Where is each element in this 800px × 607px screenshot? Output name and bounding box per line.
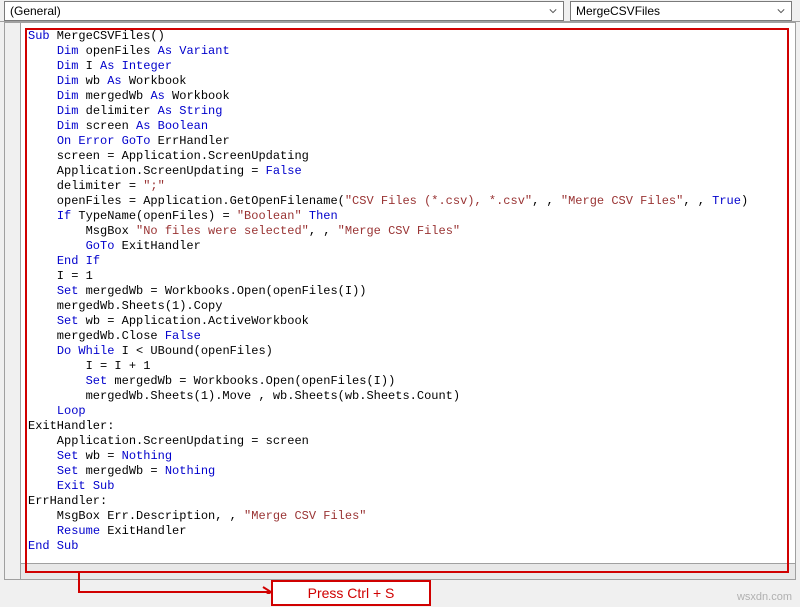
- horizontal-scrollbar[interactable]: [21, 563, 795, 579]
- procedure-dropdown-value: MergeCSVFiles: [576, 4, 660, 18]
- code-window: Sub MergeCSVFiles() Dim openFiles As Var…: [4, 22, 796, 580]
- chevron-down-icon: [773, 7, 788, 15]
- procedure-dropdown[interactable]: MergeCSVFiles: [570, 1, 792, 21]
- code-editor[interactable]: Sub MergeCSVFiles() Dim openFiles As Var…: [23, 26, 793, 559]
- annotation-label: Press Ctrl + S: [271, 580, 431, 606]
- margin-indicator-bar: [5, 23, 21, 579]
- object-dropdown-value: (General): [10, 4, 61, 18]
- editor-toolbar: (General) MergeCSVFiles: [0, 0, 800, 22]
- object-dropdown[interactable]: (General): [4, 1, 564, 21]
- watermark: wsxdn.com: [737, 591, 792, 603]
- chevron-down-icon: [545, 7, 560, 15]
